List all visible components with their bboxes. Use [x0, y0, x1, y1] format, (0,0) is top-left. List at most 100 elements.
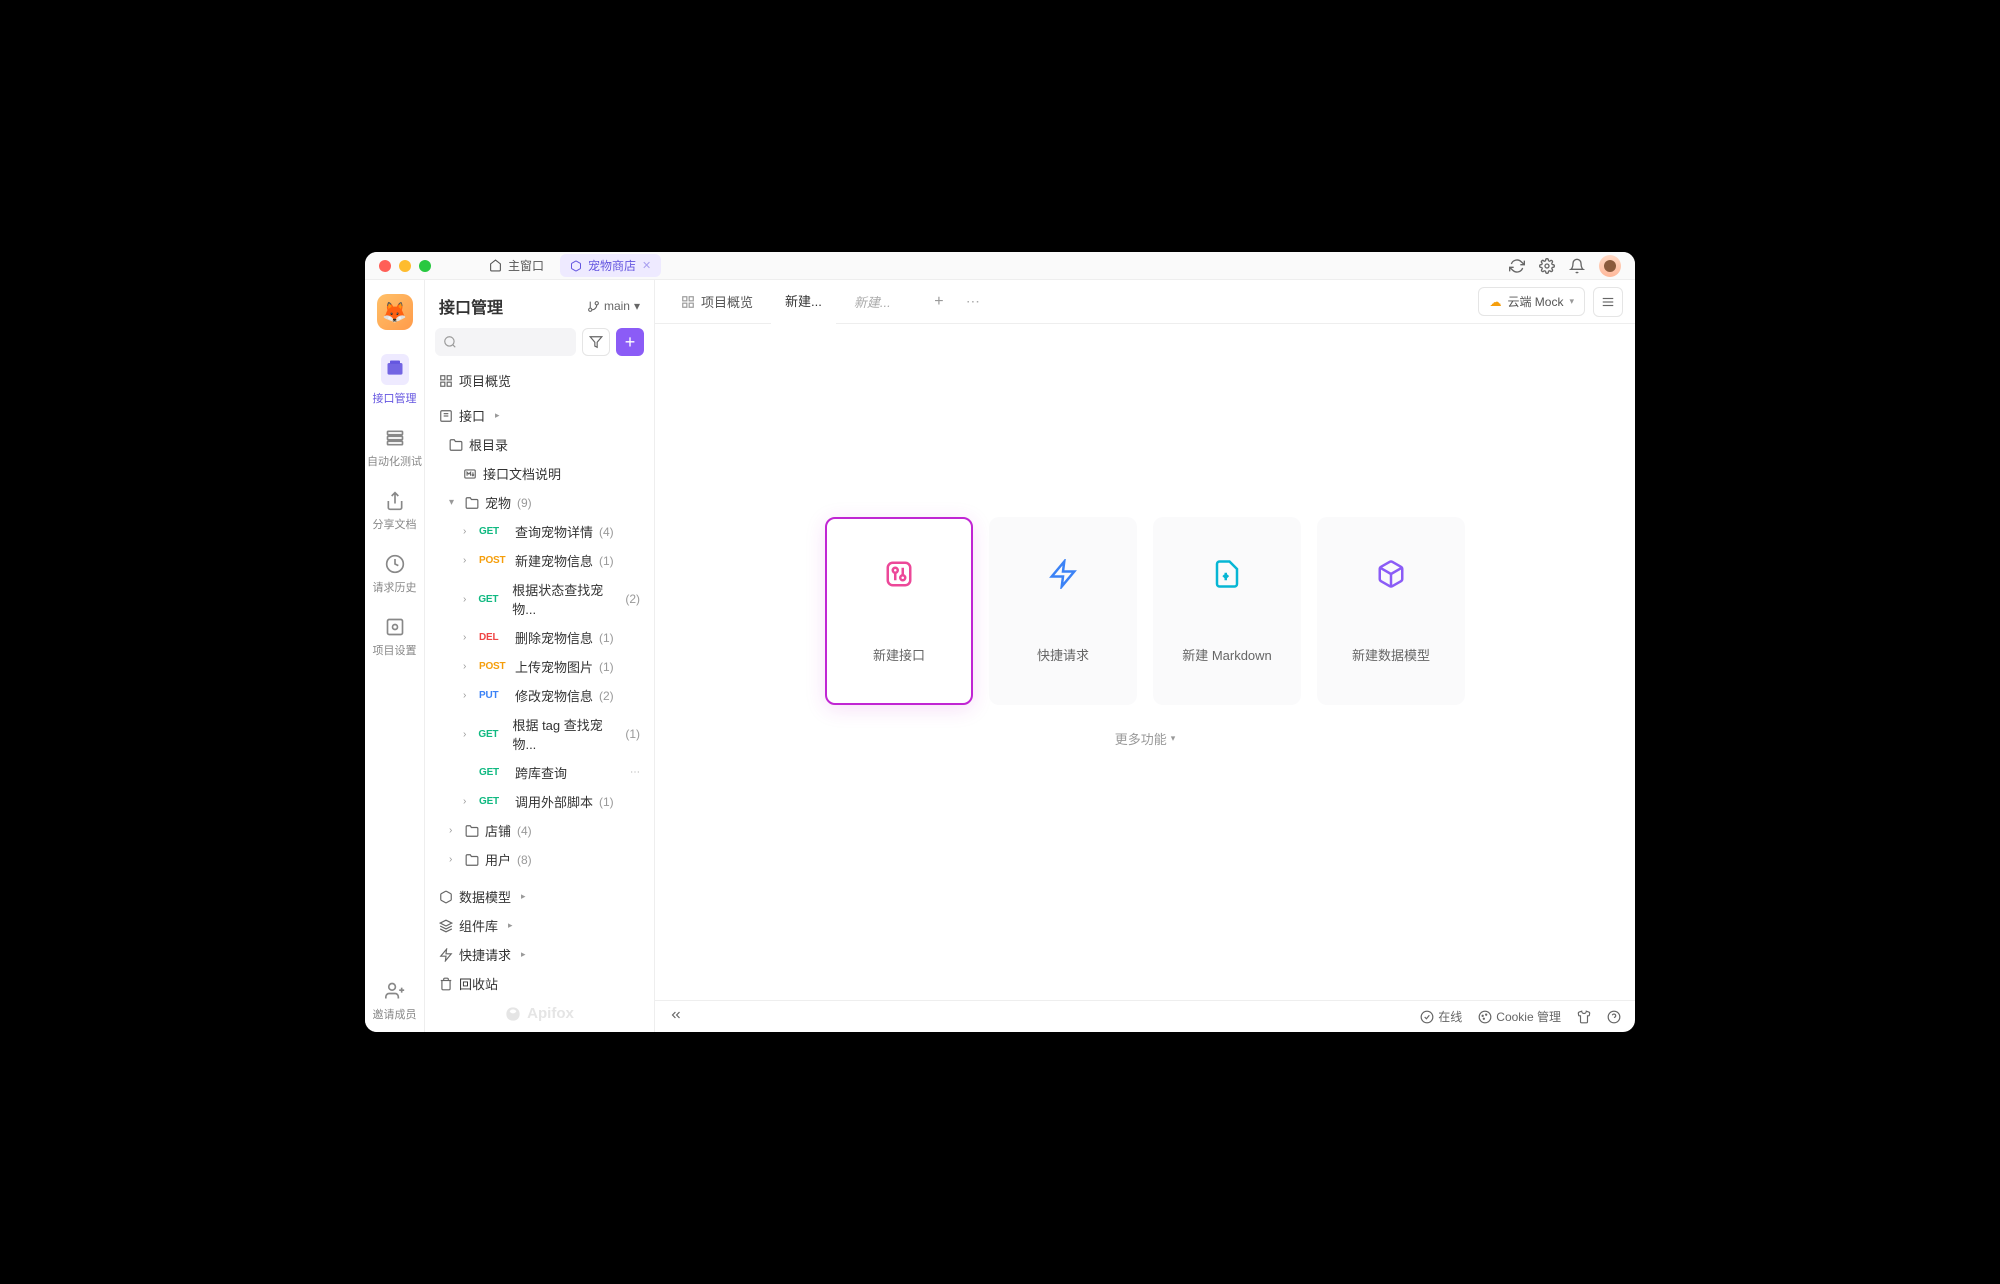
- minimize-window-icon[interactable]: [399, 260, 411, 272]
- bell-icon[interactable]: [1569, 258, 1585, 274]
- tree-doc[interactable]: 接口文档说明: [431, 459, 648, 488]
- avatar[interactable]: [1599, 255, 1621, 277]
- card-quick-request[interactable]: 快捷请求: [989, 517, 1137, 705]
- tab-label: 项目概览: [701, 292, 753, 311]
- search-input[interactable]: [435, 328, 576, 356]
- cookie-manage[interactable]: Cookie 管理: [1478, 1008, 1561, 1025]
- rail-share-docs[interactable]: 分享文档: [365, 481, 425, 542]
- endpoint-item[interactable]: ›GET根据状态查找宠物...(2): [431, 575, 648, 623]
- chevron-double-icon: [669, 1008, 683, 1022]
- tree-label: 根目录: [469, 435, 508, 454]
- card-new-api[interactable]: 新建接口: [825, 517, 973, 705]
- count: (9): [517, 496, 532, 510]
- more-features-link[interactable]: 更多功能 ▾: [1115, 729, 1176, 748]
- endpoint-item[interactable]: ›GET根据 tag 查找宠物...(1): [431, 710, 648, 758]
- tab-overview[interactable]: 项目概览: [667, 280, 767, 324]
- endpoint-item[interactable]: ›GET调用外部脚本(1): [431, 787, 648, 816]
- tab-home[interactable]: 主窗口: [479, 254, 554, 277]
- method-badge: POST: [479, 555, 509, 566]
- tab-label: 新建...: [785, 291, 822, 310]
- menu-button[interactable]: [1593, 287, 1623, 317]
- rail-label: 邀请成员: [373, 1006, 417, 1022]
- endpoint-name: 新建宠物信息: [515, 551, 593, 570]
- tab-project-label: 宠物商店: [588, 257, 636, 274]
- endpoint-item[interactable]: ›GET查询宠物详情(4): [431, 517, 648, 546]
- tree-label: 接口: [459, 406, 485, 425]
- sidebar: 接口管理 main ▾ + 项目概览: [425, 280, 655, 1032]
- api-icon: [385, 358, 405, 378]
- tree-api-root[interactable]: 接口 ▸: [431, 401, 648, 430]
- close-window-icon[interactable]: [379, 260, 391, 272]
- tree-pets-folder[interactable]: ▾ 宠物 (9): [431, 488, 648, 517]
- endpoint-name: 跨库查询: [515, 763, 567, 782]
- endpoint-item[interactable]: ›DEL删除宠物信息(1): [431, 623, 648, 652]
- rail-api-management[interactable]: 接口管理: [365, 344, 425, 416]
- chevron-down-icon: ▾: [1171, 733, 1176, 744]
- branch-selector[interactable]: main ▾: [587, 299, 640, 313]
- rail-project-settings[interactable]: 项目设置: [365, 607, 425, 668]
- method-badge: GET: [478, 594, 506, 605]
- filter-button[interactable]: [582, 328, 610, 356]
- tree-root-folder[interactable]: 根目录: [431, 430, 648, 459]
- tab-label: 新建...: [854, 292, 891, 311]
- settings-icon[interactable]: [1539, 258, 1555, 274]
- chevron-right-icon: ▸: [508, 920, 513, 931]
- mock-selector[interactable]: ☁ 云端 Mock ▾: [1478, 287, 1585, 316]
- menu-icon[interactable]: ⋯: [630, 767, 640, 778]
- endpoint-item[interactable]: ›POST上传宠物图片(1): [431, 652, 648, 681]
- tab-placeholder[interactable]: 新建...: [840, 280, 920, 324]
- api-card-icon: [884, 559, 914, 589]
- tree-user-folder[interactable]: › 用户 (8): [431, 845, 648, 874]
- tab-project[interactable]: 宠物商店 ✕: [560, 254, 661, 277]
- endpoint-name: 查询宠物详情: [515, 522, 593, 541]
- more-label: 更多功能: [1115, 729, 1167, 748]
- tree-components[interactable]: 组件库 ▸: [431, 911, 648, 940]
- tree-label: 组件库: [459, 916, 498, 935]
- tree-quick-request[interactable]: 快捷请求 ▸: [431, 940, 648, 969]
- chevron-icon: ›: [463, 661, 473, 672]
- window-tabs: 主窗口 宠物商店 ✕: [479, 254, 661, 277]
- close-icon[interactable]: ✕: [642, 259, 651, 272]
- tree: 项目概览 接口 ▸ 根目录 接口文档说明 ▾ 宠: [425, 366, 654, 995]
- mock-label: 云端 Mock: [1507, 293, 1563, 310]
- chevron-right-icon: ▸: [521, 949, 526, 960]
- tab-home-label: 主窗口: [508, 257, 544, 274]
- rail-invite[interactable]: 邀请成员: [365, 971, 425, 1032]
- chevron-icon: ›: [463, 594, 472, 605]
- method-badge: DEL: [479, 632, 509, 643]
- chevron-icon: ›: [463, 690, 473, 701]
- action-cards: 新建接口 快捷请求 新建 Markdown 新建数据模型: [825, 517, 1465, 705]
- count: (1): [625, 727, 640, 741]
- add-tab-button[interactable]: +: [924, 287, 954, 317]
- maximize-window-icon[interactable]: [419, 260, 431, 272]
- status-online[interactable]: 在线: [1420, 1008, 1462, 1025]
- endpoint-item[interactable]: ›GET跨库查询⋯: [431, 758, 648, 787]
- refresh-icon[interactable]: [1509, 258, 1525, 274]
- branch-name: main: [604, 299, 630, 313]
- traffic-lights: [379, 260, 431, 272]
- rail-history[interactable]: 请求历史: [365, 544, 425, 605]
- shirt-icon[interactable]: [1577, 1010, 1591, 1024]
- tree-recycle[interactable]: 回收站: [431, 969, 648, 995]
- tree-project-overview[interactable]: 项目概览: [431, 366, 648, 395]
- card-label: 新建数据模型: [1352, 645, 1430, 664]
- chevron-icon: ›: [449, 825, 459, 836]
- help-icon[interactable]: [1607, 1010, 1621, 1024]
- tree-store-folder[interactable]: › 店铺 (4): [431, 816, 648, 845]
- trash-icon: [439, 977, 453, 991]
- endpoint-name: 上传宠物图片: [515, 657, 593, 676]
- brand-logo[interactable]: 🦊: [377, 294, 413, 330]
- tab-more-icon[interactable]: ⋯: [958, 293, 989, 310]
- endpoint-name: 根据状态查找宠物...: [512, 580, 619, 618]
- endpoint-item[interactable]: ›POST新建宠物信息(1): [431, 546, 648, 575]
- document-tabs: 项目概览 新建... 新建... + ⋯ ☁ 云端 Mock ▾: [655, 280, 1635, 324]
- grid-icon: [681, 295, 695, 309]
- tab-new[interactable]: 新建...: [771, 280, 836, 324]
- add-button[interactable]: +: [616, 328, 644, 356]
- collapse-button[interactable]: [669, 1008, 683, 1025]
- card-new-markdown[interactable]: 新建 Markdown: [1153, 517, 1301, 705]
- tree-data-model[interactable]: 数据模型 ▸: [431, 882, 648, 911]
- endpoint-item[interactable]: ›PUT修改宠物信息(2): [431, 681, 648, 710]
- card-new-data-model[interactable]: 新建数据模型: [1317, 517, 1465, 705]
- rail-auto-test[interactable]: 自动化测试: [365, 418, 425, 479]
